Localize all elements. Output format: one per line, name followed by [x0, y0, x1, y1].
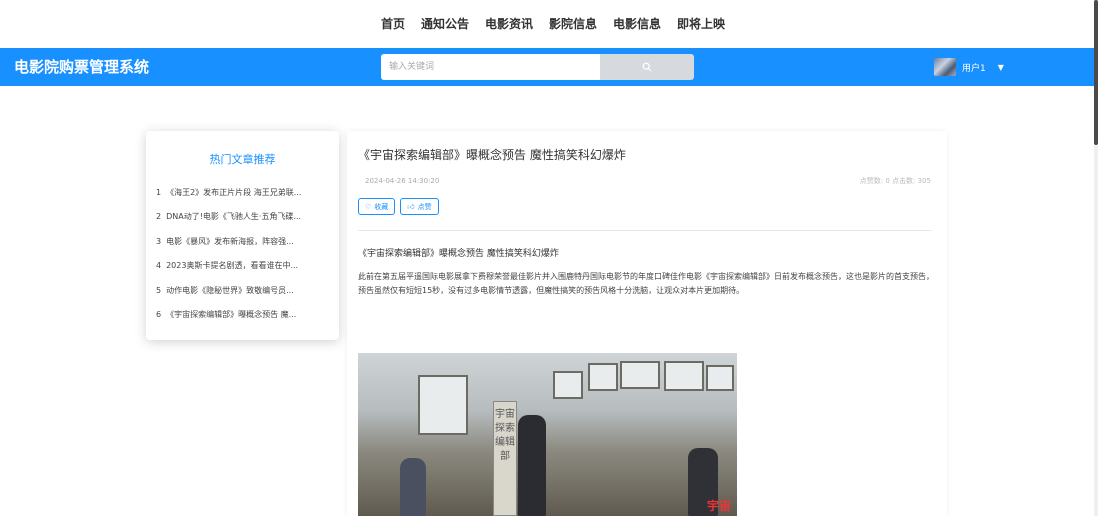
image-corner-text: 宇宙	[706, 499, 731, 513]
article-stats: 点赞数: 0 点击数: 305	[859, 177, 931, 185]
list-item[interactable]: 6 《宇宙探索编辑部》曝概念预告 魔...	[156, 309, 316, 333]
divider	[358, 230, 932, 231]
search-button[interactable]	[600, 54, 694, 80]
user-name: 用户1	[962, 63, 986, 74]
top-nav: 首页 通知公告 电影资讯 影院信息 电影信息 即将上映	[0, 0, 1098, 48]
thumbs-up-icon: 👍︎	[407, 203, 415, 211]
list-item[interactable]: 1 《海王2》发布正片片段 海王兄弟联...	[156, 187, 316, 211]
chevron-down-icon: ▼	[997, 62, 1004, 72]
user-menu[interactable]: 用户1 ▼	[934, 54, 1004, 80]
nav-cinema-info[interactable]: 影院信息	[541, 0, 605, 48]
nav-notices[interactable]: 通知公告	[413, 0, 477, 48]
article-subtitle: 《宇宙探索编辑部》曝概念预告 魔性搞笑科幻爆炸	[358, 249, 559, 259]
person-shape	[400, 458, 426, 516]
window-shape	[418, 375, 468, 435]
search-input[interactable]	[381, 54, 600, 80]
list-item[interactable]: 2 DNA动了!电影《飞驰人生·五角飞碟...	[156, 211, 316, 235]
article-title: 《宇宙探索编辑部》曝概念预告 魔性搞笑科幻爆炸	[358, 148, 626, 162]
article-actions: ♡ 收藏 👍︎ 点赞	[358, 198, 439, 215]
poster-shape	[588, 363, 618, 391]
nav-movie-news[interactable]: 电影资讯	[477, 0, 541, 48]
search-icon	[642, 62, 652, 72]
avatar	[934, 58, 956, 76]
person-shape	[518, 415, 546, 516]
list-item[interactable]: 3 电影《暴风》发布新海报，阵容强...	[156, 236, 316, 260]
article-date: 2024-04-26 14:30:20	[365, 177, 440, 185]
poster-shape	[553, 371, 583, 399]
like-button[interactable]: 👍︎ 点赞	[400, 198, 439, 215]
image-sign: 宇宙探索编辑部	[493, 401, 517, 516]
hot-articles-title: 热门文章推荐	[209, 153, 276, 166]
poster-shape	[620, 361, 660, 389]
list-item[interactable]: 5 动作电影《隐秘世界》致敬编号员...	[156, 285, 316, 309]
scrollbar-thumb[interactable]	[1094, 0, 1098, 145]
header-bar: 电影院购票管理系统 用户1 ▼	[0, 48, 1094, 86]
heart-icon: ♡	[365, 202, 372, 211]
collect-button[interactable]: ♡ 收藏	[358, 198, 396, 215]
article-body: 此前在第五届平遥国际电影展拿下费穆荣誉最佳影片并入围鹿特丹国际电影节的年度口碑佳…	[358, 272, 934, 295]
site-brand[interactable]: 电影院购票管理系统	[14, 48, 149, 86]
poster-shape	[706, 365, 734, 391]
hot-articles-card: 热门文章推荐 1 《海王2》发布正片片段 海王兄弟联... 2 DNA动了!电影《飞…	[146, 131, 339, 340]
nav-home[interactable]: 首页	[373, 0, 413, 48]
article-image: 宇宙探索编辑部 宇宙	[358, 353, 737, 516]
poster-shape	[664, 361, 704, 391]
page-scrollbar[interactable]	[1094, 0, 1098, 516]
nav-movie-info[interactable]: 电影信息	[605, 0, 669, 48]
nav-coming-soon[interactable]: 即将上映	[669, 0, 733, 48]
hot-articles-list: 1 《海王2》发布正片片段 海王兄弟联... 2 DNA动了!电影《飞驰人生·五角飞…	[156, 187, 316, 333]
list-item[interactable]: 4 2023奥斯卡提名剧透，看看谁在中...	[156, 260, 316, 284]
